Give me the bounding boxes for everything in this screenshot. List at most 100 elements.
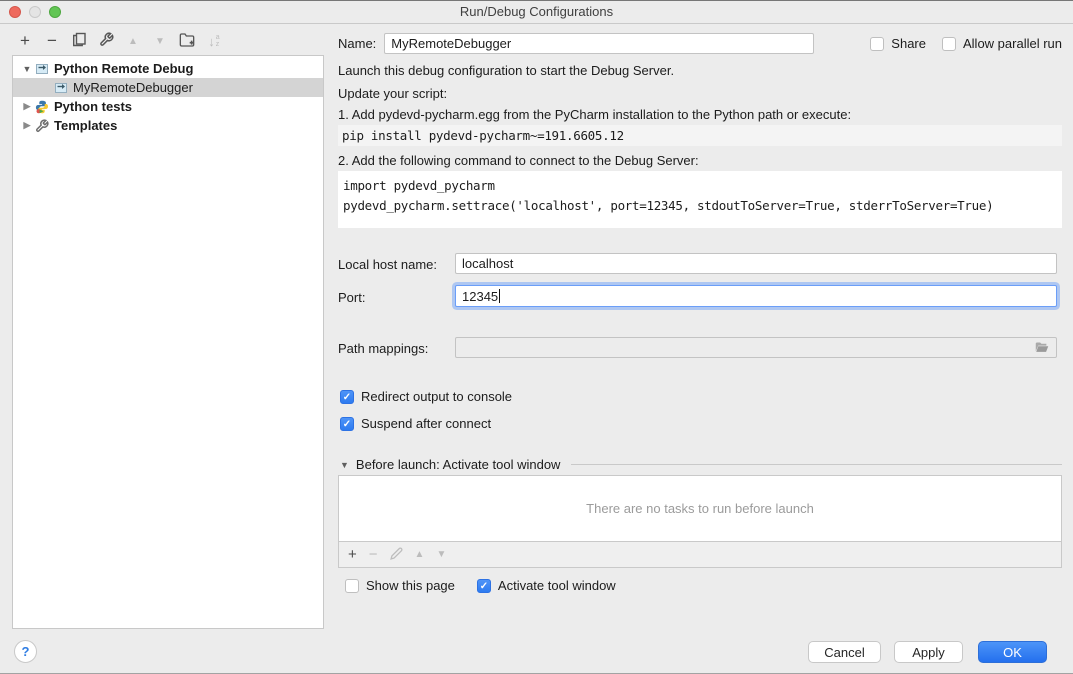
configurations-tree: ▼ Python Remote Debug MyRemoteDebugger <box>12 55 324 629</box>
ok-label: OK <box>1003 645 1022 660</box>
configurations-toolbar: + − ▲ ▼ <box>16 30 223 52</box>
activate-tool-window-label: Activate tool window <box>498 578 616 593</box>
copy-configuration-button[interactable] <box>70 31 88 51</box>
name-input[interactable] <box>384 33 814 54</box>
plus-icon: + <box>20 32 30 50</box>
task-list-toolbar: + − ▲ ▼ <box>338 542 1062 568</box>
edit-defaults-button[interactable] <box>97 31 115 51</box>
chevron-right-icon[interactable]: ▶ <box>19 120 35 131</box>
pip-command-code: pip install pydevd-pycharm~=191.6605.12 <box>338 125 1062 146</box>
wrench-icon <box>35 119 49 133</box>
before-launch-header[interactable]: ▼ Before launch: Activate tool window <box>340 457 1062 472</box>
help-button[interactable]: ? <box>14 640 37 663</box>
allow-parallel-run-checkbox[interactable] <box>942 37 956 51</box>
name-row: Name: Share Allow parallel run <box>338 33 1062 54</box>
move-task-up-button[interactable]: ▲ <box>415 549 425 560</box>
move-down-button[interactable]: ▼ <box>151 31 169 51</box>
empty-tasks-message: There are no tasks to run before launch <box>586 501 814 516</box>
cancel-label: Cancel <box>824 645 864 660</box>
minus-icon: − <box>47 32 57 50</box>
share-checkbox[interactable] <box>870 37 884 51</box>
tree-item-label: Python Remote Debug <box>54 61 193 76</box>
remote-debug-icon <box>35 62 49 76</box>
update-script-text: Update your script: <box>338 86 447 101</box>
tree-item-python-remote-debug[interactable]: ▼ Python Remote Debug <box>13 59 323 78</box>
redirect-output-label: Redirect output to console <box>361 389 512 404</box>
ok-button[interactable]: OK <box>978 641 1047 663</box>
text-caret <box>499 289 500 303</box>
tree-item-label: MyRemoteDebugger <box>73 80 193 95</box>
wrench-icon <box>99 32 114 50</box>
suspend-after-connect-row: ✓ Suspend after connect <box>340 416 491 431</box>
browse-path-mappings-button[interactable] <box>1034 340 1050 355</box>
redirect-output-row: ✓ Redirect output to console <box>340 389 512 404</box>
show-this-page-label: Show this page <box>366 578 455 593</box>
close-window-button[interactable] <box>9 6 21 18</box>
create-folder-button[interactable] <box>178 31 196 51</box>
check-icon: ✓ <box>343 392 351 403</box>
sort-az-icon: ↓ az <box>208 34 219 49</box>
chevron-down-icon[interactable]: ▼ <box>19 64 35 74</box>
settrace-code-block: import pydevd_pycharm pydevd_pycharm.sett… <box>338 171 1062 228</box>
step1-text: 1. Add pydevd-pycharm.egg from the PyCha… <box>338 107 851 122</box>
tree-item-templates[interactable]: ▶ Templates <box>13 116 323 135</box>
move-task-down-button[interactable]: ▼ <box>436 549 446 560</box>
local-host-input[interactable] <box>455 253 1057 274</box>
before-launch-title: Before launch: Activate tool window <box>356 457 561 472</box>
page-options-row: Show this page ✓ Activate tool window <box>345 578 616 593</box>
move-up-button[interactable]: ▲ <box>124 31 142 51</box>
apply-label: Apply <box>912 645 945 660</box>
show-this-page-checkbox[interactable] <box>345 579 359 593</box>
port-label: Port: <box>338 290 365 305</box>
code-line-2: pydevd_pycharm.settrace('localhost', por… <box>343 198 993 213</box>
remove-configuration-button[interactable]: − <box>43 31 61 51</box>
folder-icon <box>1034 340 1050 355</box>
minimize-window-button <box>29 6 41 18</box>
activate-tool-window-checkbox[interactable]: ✓ <box>477 579 491 593</box>
arrow-up-icon: ▲ <box>128 36 138 47</box>
step2-text: 2. Add the following command to connect … <box>338 153 699 168</box>
name-label: Name: <box>338 36 376 51</box>
add-task-button[interactable]: + <box>348 546 357 564</box>
tree-item-label: Python tests <box>54 99 132 114</box>
path-mappings-input[interactable] <box>455 337 1057 358</box>
sort-configurations-button[interactable]: ↓ az <box>205 31 223 51</box>
collapse-icon: ▼ <box>340 460 349 470</box>
header-divider <box>571 464 1062 465</box>
new-folder-icon <box>179 32 195 51</box>
allow-parallel-run-row: Allow parallel run <box>942 36 1062 51</box>
question-mark-icon: ? <box>22 644 30 659</box>
chevron-right-icon[interactable]: ▶ <box>19 101 35 112</box>
copy-icon <box>72 32 87 50</box>
apply-button[interactable]: Apply <box>894 641 963 663</box>
remove-task-button[interactable]: − <box>369 546 378 564</box>
share-label: Share <box>891 36 926 51</box>
remote-debug-icon <box>54 81 68 95</box>
local-host-label: Local host name: <box>338 257 437 272</box>
pencil-icon <box>390 547 403 560</box>
zoom-window-button[interactable] <box>49 6 61 18</box>
before-launch-task-list[interactable]: There are no tasks to run before launch <box>338 475 1062 542</box>
suspend-after-connect-checkbox[interactable]: ✓ <box>340 417 354 431</box>
arrow-down-icon: ▼ <box>155 36 165 47</box>
allow-parallel-run-label: Allow parallel run <box>963 36 1062 51</box>
share-checkbox-row: Share <box>870 36 926 51</box>
title-bar: Run/Debug Configurations <box>0 1 1073 24</box>
intro-text: Launch this debug configuration to start… <box>338 63 674 78</box>
code-line-1: import pydevd_pycharm <box>343 178 495 193</box>
run-debug-configurations-dialog: Run/Debug Configurations + − ▲ <box>0 0 1073 674</box>
port-value: 12345 <box>462 289 498 304</box>
check-icon: ✓ <box>480 581 488 592</box>
path-mappings-label: Path mappings: <box>338 341 428 356</box>
cancel-button[interactable]: Cancel <box>808 641 881 663</box>
python-tests-icon <box>35 100 49 114</box>
tree-item-myremotedebugger[interactable]: MyRemoteDebugger <box>13 78 323 97</box>
tree-item-python-tests[interactable]: ▶ Python tests <box>13 97 323 116</box>
port-input[interactable]: 12345 <box>455 285 1057 307</box>
check-icon: ✓ <box>343 419 351 430</box>
tree-item-label: Templates <box>54 118 117 133</box>
add-configuration-button[interactable]: + <box>16 31 34 51</box>
redirect-output-checkbox[interactable]: ✓ <box>340 390 354 404</box>
edit-task-button[interactable] <box>390 547 403 563</box>
window-title: Run/Debug Configurations <box>460 4 613 19</box>
